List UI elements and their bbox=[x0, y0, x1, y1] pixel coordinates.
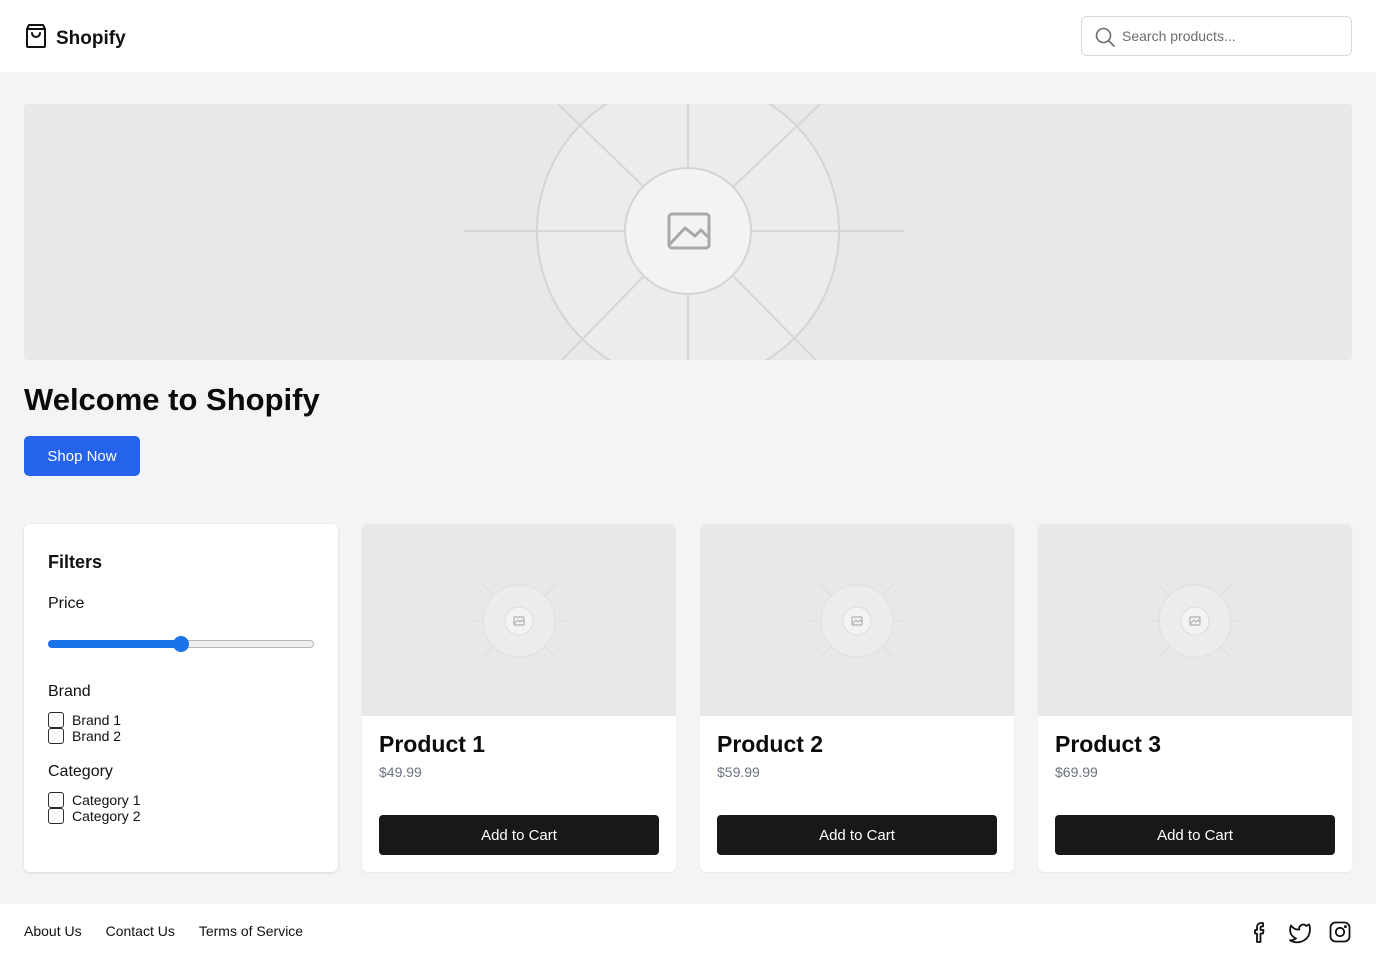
product-price: $49.99 bbox=[379, 764, 422, 780]
logo[interactable]: Shopify bbox=[24, 23, 126, 54]
category-1-label: Category 1 bbox=[72, 792, 141, 808]
product-price: $69.99 bbox=[1055, 764, 1098, 780]
header: Shopify bbox=[0, 0, 1376, 72]
search-box[interactable] bbox=[1081, 16, 1352, 56]
hero-title: Welcome to Shopify bbox=[24, 382, 320, 417]
price-slider[interactable] bbox=[48, 636, 314, 652]
slider-fill bbox=[48, 640, 181, 648]
product-image-placeholder bbox=[1038, 524, 1352, 716]
footer: About Us Contact Us Terms of Service bbox=[0, 904, 1376, 960]
category-1-checkbox[interactable] bbox=[48, 792, 64, 808]
product-card: Product 3 $69.99 Add to Cart bbox=[1038, 524, 1352, 872]
slider-thumb[interactable] bbox=[173, 636, 189, 652]
footer-links: About Us Contact Us Terms of Service bbox=[24, 923, 327, 939]
add-to-cart-button[interactable]: Add to Cart bbox=[717, 815, 997, 855]
brand-1-checkbox[interactable] bbox=[48, 712, 64, 728]
about-us-link[interactable]: About Us bbox=[24, 923, 82, 939]
twitter-icon[interactable] bbox=[1287, 920, 1311, 944]
facebook-icon[interactable] bbox=[1248, 920, 1272, 944]
category-2-checkbox-row[interactable]: Category 2 bbox=[48, 808, 140, 824]
category-2-label: Category 2 bbox=[72, 808, 141, 824]
category-1-checkbox-row[interactable]: Category 1 bbox=[48, 792, 140, 808]
shopping-bag-icon bbox=[24, 23, 48, 54]
product-name[interactable]: Product 3 bbox=[1055, 731, 1161, 758]
product-image-placeholder bbox=[362, 524, 676, 716]
product-card: Product 2 $59.99 Add to Cart bbox=[700, 524, 1014, 872]
add-to-cart-button[interactable]: Add to Cart bbox=[379, 815, 659, 855]
brand-label: Brand bbox=[48, 683, 91, 700]
instagram-icon[interactable] bbox=[1328, 920, 1352, 944]
add-to-cart-button[interactable]: Add to Cart bbox=[1055, 815, 1335, 855]
shop-now-button[interactable]: Shop Now bbox=[24, 436, 140, 476]
product-image-placeholder bbox=[700, 524, 1014, 716]
brand-2-checkbox-row[interactable]: Brand 2 bbox=[48, 728, 121, 744]
product-card: Product 1 $49.99 Add to Cart bbox=[362, 524, 676, 872]
search-input[interactable] bbox=[1122, 25, 1342, 47]
brand-name: Shopify bbox=[56, 27, 126, 49]
contact-us-link[interactable]: Contact Us bbox=[106, 923, 175, 939]
brand-1-checkbox-row[interactable]: Brand 1 bbox=[48, 712, 121, 728]
product-name[interactable]: Product 2 bbox=[717, 731, 823, 758]
product-name[interactable]: Product 1 bbox=[379, 731, 485, 758]
brand-1-label: Brand 1 bbox=[72, 712, 122, 728]
filters-panel: Filters Price Brand Brand 1 Brand 2 Cate… bbox=[24, 524, 338, 872]
brand-2-label: Brand 2 bbox=[72, 728, 122, 744]
price-label: Price bbox=[48, 595, 85, 612]
filters-title: Filters bbox=[48, 552, 103, 572]
hero-image-placeholder bbox=[24, 104, 1352, 360]
category-2-checkbox[interactable] bbox=[48, 808, 64, 824]
category-label: Category bbox=[48, 763, 113, 780]
product-price: $59.99 bbox=[717, 764, 760, 780]
brand-2-checkbox[interactable] bbox=[48, 728, 64, 744]
terms-of-service-link[interactable]: Terms of Service bbox=[199, 923, 303, 939]
